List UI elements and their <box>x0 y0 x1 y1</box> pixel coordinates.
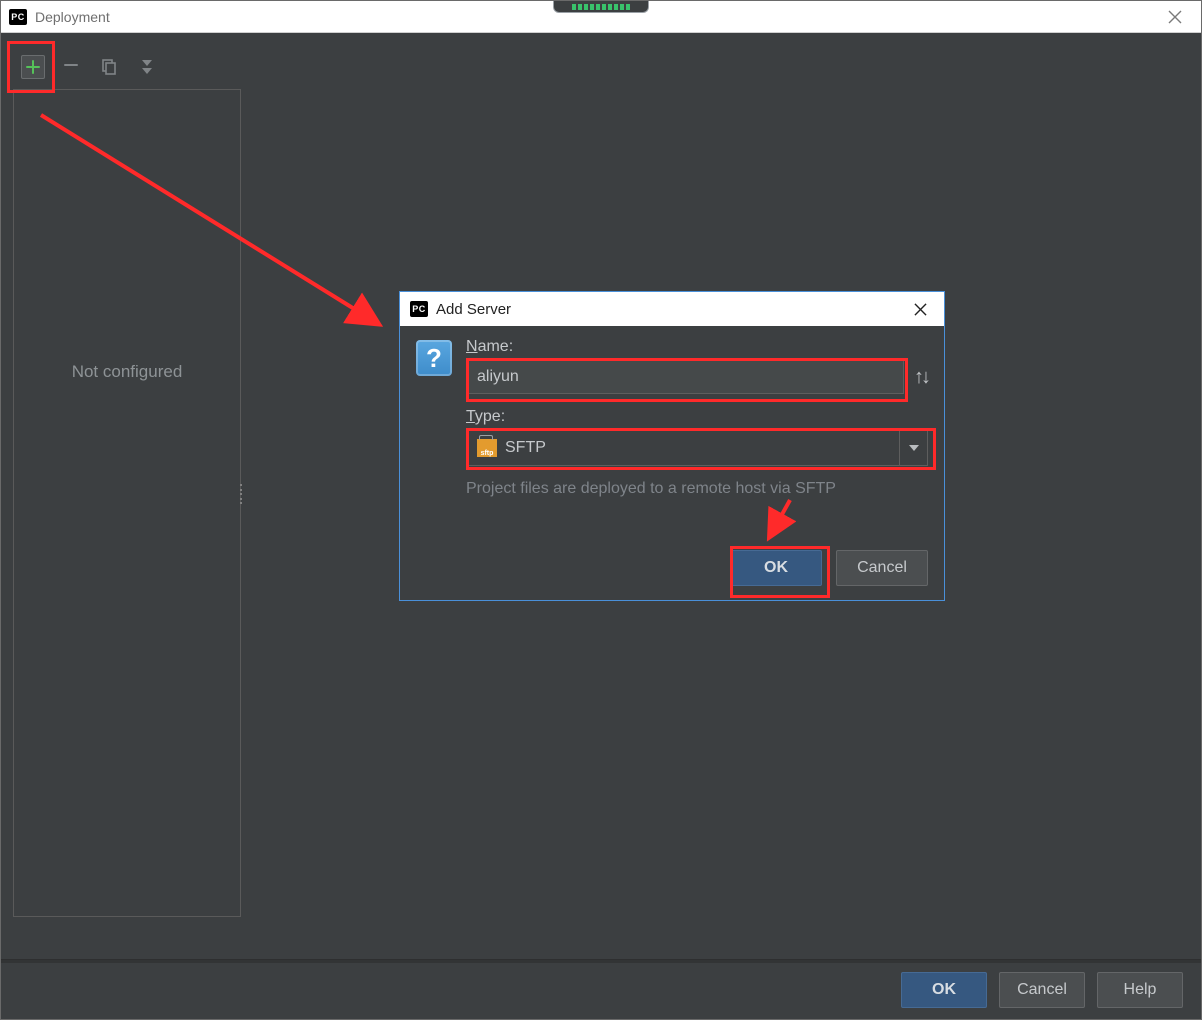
servers-sidebar: Not configured <box>13 89 241 917</box>
name-label: Name: <box>466 338 928 356</box>
help-icon: ? <box>416 340 452 376</box>
chevron-down-icon <box>899 431 927 465</box>
reorder-buttons[interactable]: ↑↓ <box>914 366 928 389</box>
remove-server-button[interactable] <box>59 55 83 79</box>
dialog-close-button[interactable] <box>904 292 936 326</box>
dialog-title: Add Server <box>436 301 511 318</box>
window-titlebar: PC Deployment <box>1 1 1201 33</box>
deployment-window: PC Deployment <box>0 0 1202 1020</box>
dialog-button-row: OK Cancel <box>730 550 928 586</box>
sftp-icon: sftp <box>477 439 497 457</box>
type-label: Type: <box>466 408 928 426</box>
type-hint-text: Project files are deployed to a remote h… <box>466 480 928 498</box>
window-help-button[interactable]: Help <box>1097 972 1183 1008</box>
window-ok-button[interactable]: OK <box>901 972 987 1008</box>
titlebar-decoration <box>553 1 649 13</box>
dialog-titlebar: PC Add Server <box>400 292 944 326</box>
window-footer: OK Cancel Help <box>1 959 1201 1019</box>
dialog-ok-button[interactable]: OK <box>730 550 822 586</box>
add-server-button[interactable] <box>21 55 45 79</box>
server-type-value: SFTP <box>505 439 546 457</box>
dialog-cancel-button[interactable]: Cancel <box>836 550 928 586</box>
servers-toolbar <box>21 55 159 79</box>
copy-server-button[interactable] <box>97 55 121 79</box>
sidebar-empty-text: Not configured <box>72 362 183 382</box>
window-cancel-button[interactable]: Cancel <box>999 972 1085 1008</box>
server-type-select[interactable]: sftp SFTP <box>466 430 928 466</box>
window-title: Deployment <box>35 9 110 25</box>
server-name-input[interactable] <box>466 360 904 394</box>
dialog-form: Name: ↑↓ Type: sftp SFTP Project files a… <box>466 338 928 498</box>
add-server-dialog: PC Add Server ? Name: ↑↓ Type: sftp <box>399 291 945 601</box>
sidebar-resize-handle[interactable] <box>240 484 246 504</box>
dialog-body: ? Name: ↑↓ Type: sftp SFTP <box>400 326 944 498</box>
annotation-arrow-ok <box>746 496 806 546</box>
app-icon: PC <box>9 9 27 25</box>
dialog-app-icon: PC <box>410 301 428 317</box>
window-close-button[interactable] <box>1155 1 1195 33</box>
window-body: Not configured PC Add Server <box>1 33 1201 959</box>
set-default-button[interactable] <box>135 55 159 79</box>
